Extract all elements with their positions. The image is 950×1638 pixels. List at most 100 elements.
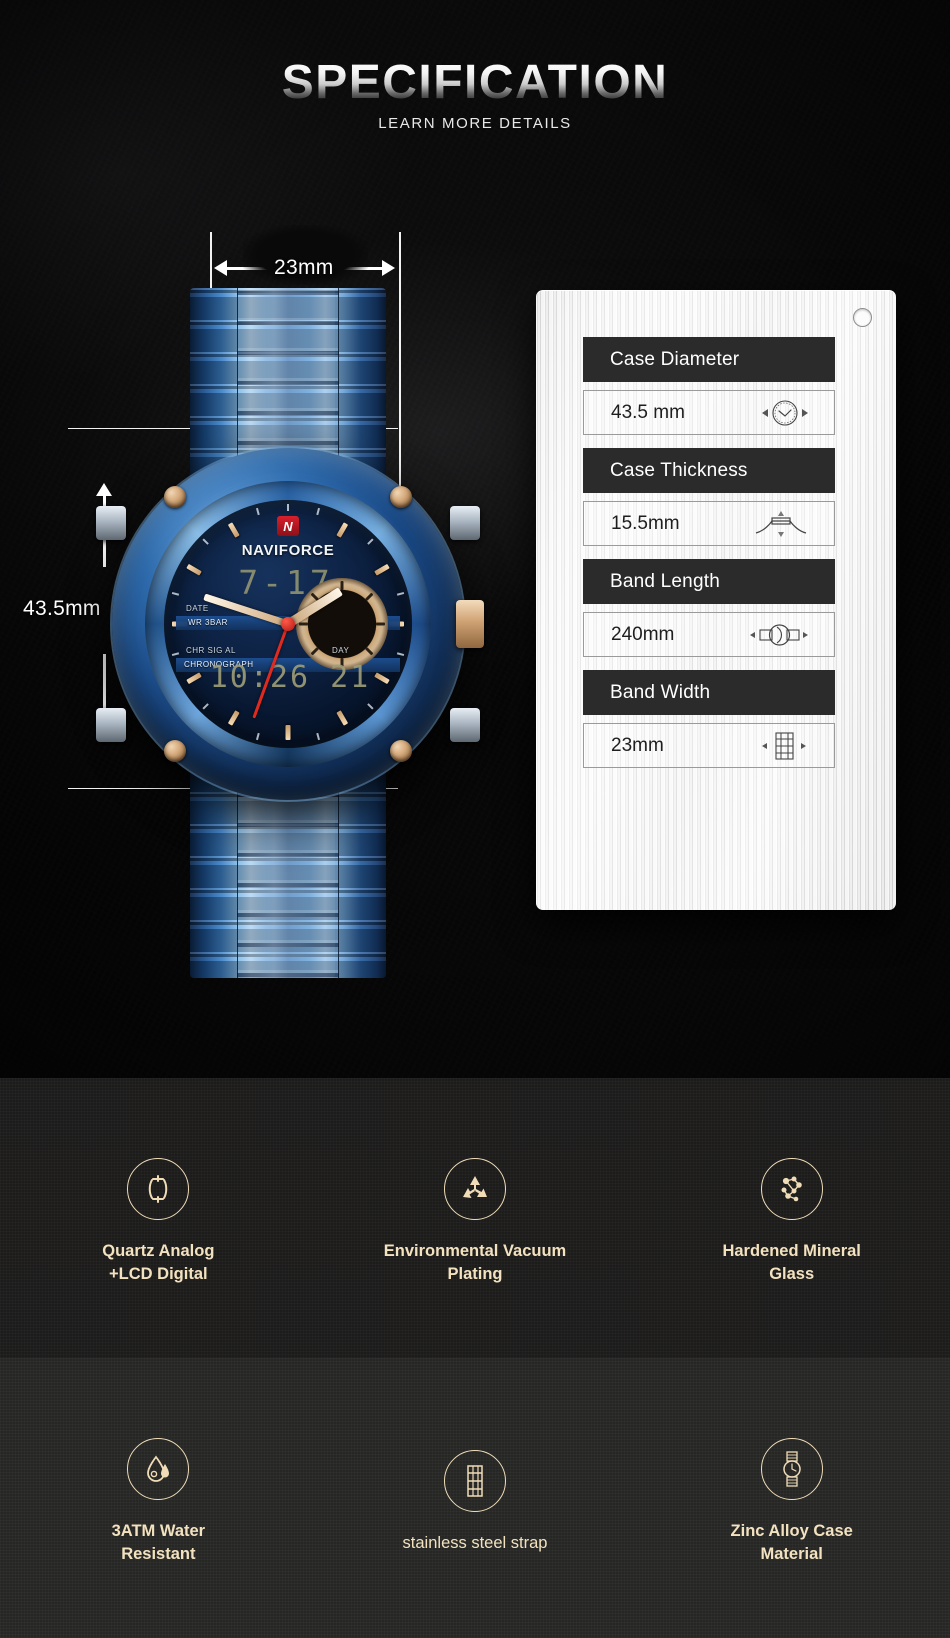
watch-case: N NAVIFORCE 7-17 DATE WR 3BAR CHR SIG AL…: [96, 448, 484, 800]
features-row-two: 3ATM Water Resistant stainless steel str…: [0, 1358, 950, 1638]
band-links-icon: [758, 729, 810, 763]
water-drop-icon: [127, 1438, 190, 1501]
hand-hub: [281, 617, 295, 631]
spec-value-band-length: 240mm: [611, 623, 675, 645]
dial-hour-marker: [336, 710, 349, 726]
feature-label-quartz-analog: Quartz Analog +LCD Digital: [102, 1240, 214, 1286]
subdial-tick: [364, 592, 374, 602]
dial-hour-marker: [227, 522, 240, 538]
lcd-lower-display: 10:26 21: [209, 660, 371, 695]
feature-label-zinc-alloy-case: Zinc Alloy Case Material: [731, 1520, 853, 1566]
case-pusher-left-top: [96, 506, 126, 540]
width-arrow-right: [382, 260, 395, 276]
panel-rivet-hole: [853, 308, 872, 327]
dial-minute-tick: [287, 504, 289, 511]
specification-panel: Case Diameter 43.5 mm Case Thickness 15.…: [536, 290, 896, 910]
page-title: SPECIFICATION: [281, 56, 669, 109]
feature-line-2: Glass: [769, 1265, 815, 1283]
hero-section: SPECIFICATION LEARN MORE DETAILS 23mm 43…: [0, 0, 950, 1078]
brand-logo-icon: N: [277, 516, 299, 536]
case-screw-br: [390, 740, 412, 762]
spec-label-band-width: Band Width: [583, 670, 835, 715]
dial-minute-tick: [316, 507, 321, 516]
page-subtitle: LEARN MORE DETAILS: [378, 115, 572, 133]
feature-line-1: 3ATM Water: [111, 1522, 206, 1541]
feature-quartz-analog: Quartz Analog +LCD Digital: [0, 1078, 317, 1358]
dial-hour-marker: [227, 710, 240, 726]
band-links-icon: [444, 1449, 506, 1512]
height-arrow-up: [96, 483, 112, 496]
case-screw-bl: [164, 740, 186, 762]
width-dimension-label: 23mm: [274, 256, 334, 279]
watch-band-icon: [748, 620, 810, 650]
feature-line-2: Resistant: [121, 1545, 196, 1563]
dial-label-water-resist: WR 3BAR: [188, 618, 228, 627]
width-arrow-left: [214, 260, 227, 276]
case-pusher-right-top: [450, 506, 480, 540]
watch-case-icon: [127, 1158, 190, 1221]
dial-minute-tick: [367, 538, 374, 545]
case-profile-icon: [752, 509, 810, 539]
feature-steel-strap: stainless steel strap: [317, 1358, 634, 1638]
spec-value-case-thickness: 15.5mm: [611, 512, 680, 534]
feature-line-2: +LCD Digital: [109, 1265, 208, 1283]
dial-hour-marker: [285, 725, 291, 740]
feature-line-1: Quartz Analog: [102, 1242, 215, 1261]
dial-minute-tick: [396, 591, 405, 596]
dial-minute-tick: [171, 652, 180, 657]
feature-line-1: Hardened Mineral: [722, 1242, 861, 1261]
subdial-tick: [340, 581, 344, 590]
dial-hour-marker: [336, 522, 349, 538]
spec-value-case-diameter: 43.5 mm: [611, 401, 685, 423]
feature-label-mineral-glass: Hardened Mineral Glass: [722, 1240, 860, 1286]
recycle-icon: [444, 1158, 506, 1221]
case-screw-tl: [164, 486, 186, 508]
features-row-one: Quartz Analog +LCD Digital Environmental…: [0, 1078, 950, 1358]
feature-water-resistant: 3ATM Water Resistant: [0, 1358, 317, 1638]
watch-figure: 23mm 43.5mm N NAVIFORCE 7-17 DATE WR 3BA…: [23, 225, 518, 1000]
feature-zinc-alloy-case: Zinc Alloy Case Material: [633, 1358, 950, 1638]
feature-label-vacuum-plating: Environmental Vacuum Plating: [384, 1240, 566, 1286]
dial-subdial: [296, 578, 388, 670]
dial-minute-tick: [202, 538, 209, 545]
features-section-two: 3ATM Water Resistant stainless steel str…: [0, 1358, 950, 1638]
feature-label-steel-strap: stainless steel strap: [403, 1532, 548, 1555]
subdial-tick: [310, 646, 320, 656]
watch-dial: N NAVIFORCE 7-17 DATE WR 3BAR CHR SIG AL…: [164, 500, 412, 748]
dial-minute-tick: [316, 732, 321, 741]
spec-label-band-length: Band Length: [583, 559, 835, 604]
page-header: SPECIFICATION LEARN MORE DETAILS: [0, 56, 950, 133]
feature-vacuum-plating: Environmental Vacuum Plating: [317, 1078, 634, 1358]
feature-mineral-glass: Hardened Mineral Glass: [633, 1078, 950, 1358]
dial-minute-tick: [171, 591, 180, 596]
spec-label-case-diameter: Case Diameter: [583, 337, 835, 382]
brand-name: NAVIFORCE: [241, 542, 335, 559]
spec-row-band-width: 23mm: [583, 723, 835, 768]
feature-line-2: Material: [760, 1545, 823, 1563]
case-pusher-left-bot: [96, 708, 126, 742]
dial-minute-tick: [396, 652, 405, 657]
spec-row-band-length: 240mm: [583, 612, 835, 657]
spec-row-case-diameter: 43.5 mm: [583, 390, 835, 435]
wristwatch-icon: [760, 1438, 823, 1501]
dial-label-date: DATE: [186, 604, 209, 613]
case-screw-tr: [390, 486, 412, 508]
dial-label-alarm-row: CHR SIG AL: [186, 646, 236, 655]
dial-minute-tick: [255, 732, 260, 741]
height-dimension-label: 43.5mm: [23, 597, 101, 620]
dial-label-day: DAY: [332, 646, 350, 655]
feature-line-1: Environmental Vacuum: [383, 1242, 567, 1261]
subdial-tick: [376, 622, 385, 626]
feature-line-2: Plating: [447, 1265, 503, 1283]
subdial-tick: [364, 646, 374, 656]
watch-face-icon: [760, 398, 810, 428]
dial-minute-tick: [367, 703, 374, 710]
molecule-icon: [760, 1158, 823, 1221]
feature-label-water-resistant: 3ATM Water Resistant: [112, 1520, 206, 1566]
subdial-tick: [299, 622, 308, 626]
feature-line-1: stainless steel strap: [402, 1533, 548, 1552]
spec-rows: Case Diameter 43.5 mm Case Thickness 15.…: [583, 337, 835, 781]
case-crown: [456, 600, 484, 648]
features-section-one: Quartz Analog +LCD Digital Environmental…: [0, 1078, 950, 1358]
dial-minute-tick: [255, 507, 260, 516]
